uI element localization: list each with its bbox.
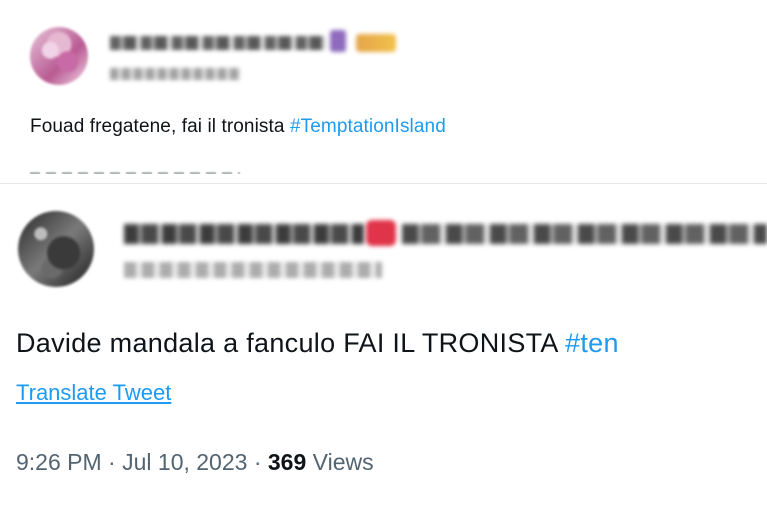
tweet-card[interactable]: Davide mandala a fanculo FAI IL TRONISTA…	[0, 183, 767, 511]
tweet-text: Davide mandala a fanculo FAI IL TRONISTA…	[16, 328, 767, 359]
hashtag-link[interactable]: #ten	[565, 328, 619, 358]
display-name-redacted[interactable]	[124, 224, 364, 244]
tweet-text-plain: Fouad fregatene, fai il tronista	[30, 116, 290, 137]
tweet-card[interactable]: Fouad fregatene, fai il tronista #Tempta…	[0, 0, 767, 180]
tweet-meta: 9:26 PM · Jul 10, 2023 · 369 Views	[16, 449, 374, 476]
display-name-redacted[interactable]	[110, 36, 326, 50]
heart-emoji-redacted	[366, 220, 396, 246]
tweet-date[interactable]: Jul 10, 2023	[122, 449, 247, 475]
emoji-redacted	[356, 34, 396, 52]
tweet-text-plain: Davide mandala a fanculo FAI IL TRONISTA	[16, 328, 566, 358]
translate-tweet-link[interactable]: Translate Tweet	[16, 380, 171, 406]
hashtag-link[interactable]: #TemptationIsland	[290, 116, 446, 137]
views-count: 369	[267, 449, 307, 475]
display-name-redacted[interactable]	[402, 224, 767, 244]
avatar-blurred[interactable]	[30, 27, 88, 85]
tweet-text: Fouad fregatene, fai il tronista #Tempta…	[30, 116, 446, 138]
avatar-blurred[interactable]	[18, 211, 94, 287]
tweet-time[interactable]: 9:26 PM	[16, 449, 102, 475]
meta-separator: ·	[247, 449, 268, 475]
username-redacted[interactable]	[110, 68, 240, 80]
meta-separator: ·	[101, 449, 123, 475]
emoji-redacted	[330, 30, 346, 52]
username-redacted[interactable]	[124, 262, 382, 278]
crop-edge	[0, 174, 767, 180]
views-label: Views	[306, 449, 374, 475]
